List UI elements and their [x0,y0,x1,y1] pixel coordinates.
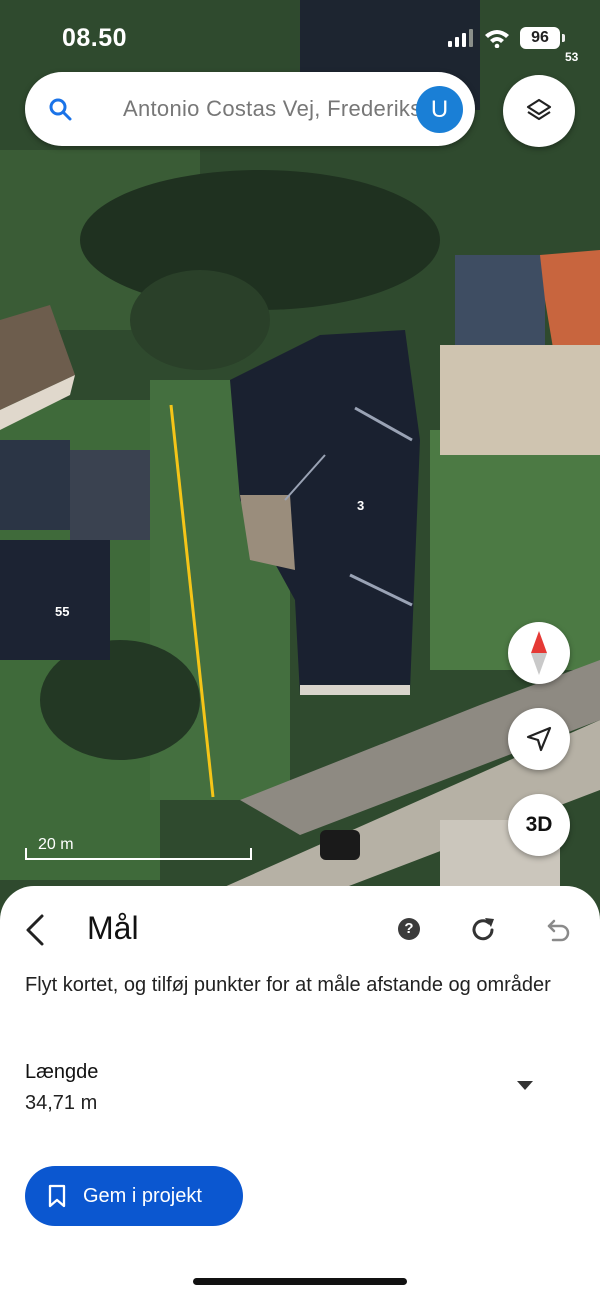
compass-icon [531,631,547,675]
save-button-label: Gem i projekt [83,1184,202,1207]
cellular-signal-icon [448,29,473,47]
bookmark-icon [48,1184,66,1208]
back-chevron-icon[interactable] [20,912,52,948]
help-icon[interactable]: ? [398,918,420,940]
sheet-title: Mål [87,910,139,946]
navigation-arrow-icon [526,726,552,752]
length-value: 34,71 m [25,1092,98,1114]
battery-indicator: 96 [520,27,565,49]
refresh-icon[interactable] [467,914,499,946]
my-location-button[interactable] [508,708,570,770]
length-label: Længde [25,1061,99,1083]
wifi-icon [485,30,509,48]
scale-bar [25,848,252,860]
undo-icon[interactable] [541,914,573,946]
map-scale: 20 m [25,836,252,860]
search-icon[interactable] [47,96,73,122]
status-icons: 96 [448,27,565,49]
avatar[interactable]: U [416,86,463,133]
house-number-label: 55 [55,604,70,619]
layers-button[interactable] [503,75,575,147]
3d-toggle-button[interactable]: 3D [508,794,570,856]
search-input[interactable]: Antonio Costas Vej, Frederikssund [123,96,431,122]
corner-badge: 53 [565,50,579,64]
measure-sheet: Mål ? Flyt kortet, og tilføj punkter for… [0,886,600,1298]
house-number-label: 3 [357,498,365,513]
save-to-project-button[interactable]: Gem i projekt [25,1166,243,1226]
measure-instructions: Flyt kortet, og tilføj punkter for at må… [25,974,551,996]
layers-icon [526,98,552,121]
compass-button[interactable] [508,622,570,684]
dropdown-arrow-icon[interactable] [517,1081,533,1090]
home-indicator[interactable] [193,1278,407,1285]
status-time: 08.50 [62,24,128,52]
search-bar[interactable]: Antonio Costas Vej, Frederikssund U [25,72,475,146]
